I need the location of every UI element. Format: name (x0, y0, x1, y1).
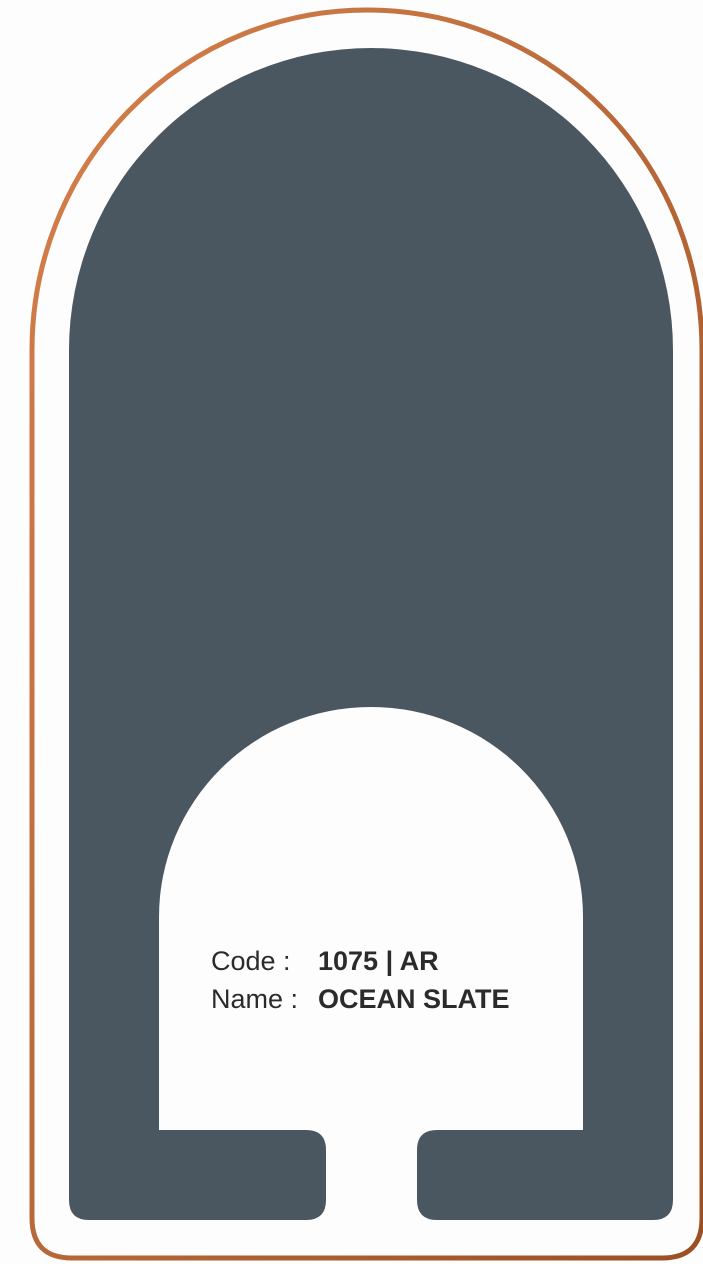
code-value: 1075 | AR (318, 946, 439, 976)
color-swatch-card: Code : 1075 | AR Name : OCEAN SLATE (0, 0, 703, 1264)
swatch-graphic (29, 7, 703, 1261)
swatch-info: Code : 1075 | AR Name : OCEAN SLATE (211, 942, 510, 1018)
code-label: Code : (211, 946, 291, 976)
name-label: Name : (211, 984, 299, 1014)
name-value: OCEAN SLATE (318, 984, 510, 1014)
code-row: Code : 1075 | AR (211, 942, 510, 980)
color-swatch (69, 48, 673, 1220)
name-row: Name : OCEAN SLATE (211, 980, 510, 1018)
